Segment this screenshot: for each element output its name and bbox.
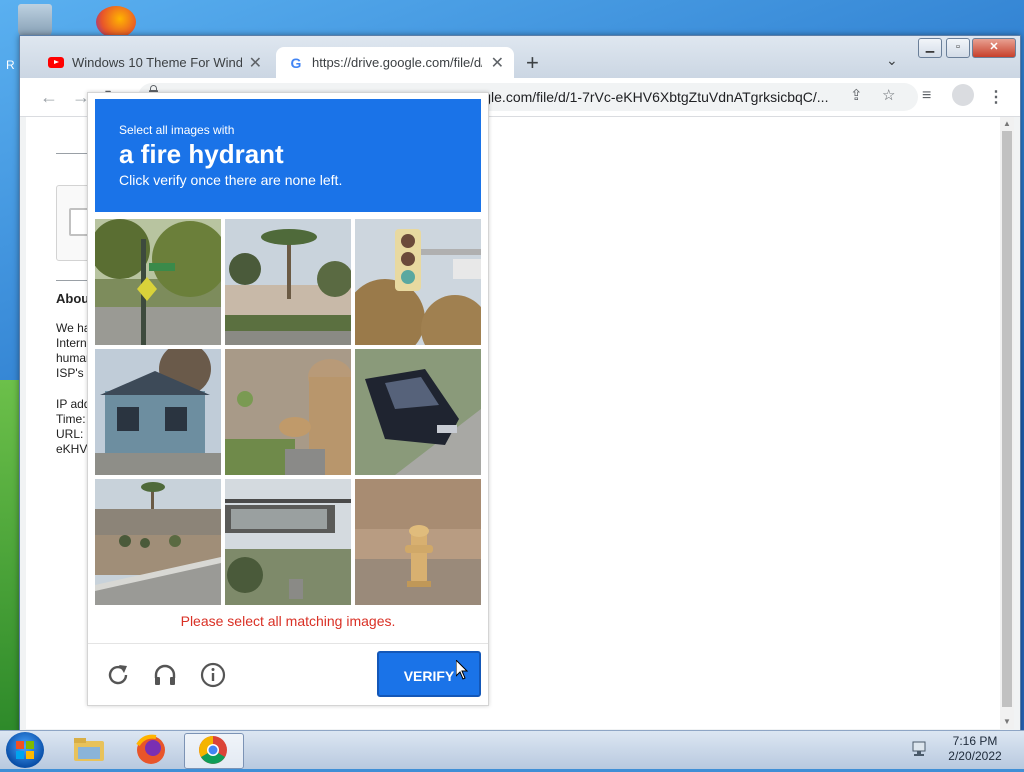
tab-search-icon[interactable]: ⌄: [886, 52, 898, 69]
challenge-target: a fire hydrant: [119, 139, 284, 169]
image-grid: [95, 219, 481, 605]
clock-date: 2/20/2022: [948, 749, 1002, 763]
close-icon[interactable]: ✕: [249, 53, 262, 73]
captcha-tile-8[interactable]: [225, 479, 351, 605]
scroll-thumb[interactable]: [1002, 131, 1012, 707]
palm-tree-image: [225, 219, 351, 345]
taskbar-firefox[interactable]: [122, 733, 180, 767]
clock-time: 7:16 PM: [952, 734, 998, 748]
recaptcha-challenge: Select all images with a fire hydrant Cl…: [87, 92, 489, 706]
recycle-bin-icon[interactable]: [18, 4, 52, 38]
tab-strip: Windows 10 Theme For Windows 7 ✕ G https…: [20, 36, 1020, 78]
tab-title: Windows 10 Theme For Windows 7: [72, 55, 242, 70]
black-car-image: [355, 349, 481, 475]
profile-avatar[interactable]: [952, 84, 974, 106]
close-window-button[interactable]: ✕: [972, 38, 1016, 58]
new-tab-button[interactable]: +: [526, 50, 539, 76]
menu-kebab-icon[interactable]: ⋮: [988, 87, 1004, 107]
bookmark-star-icon[interactable]: ☆: [882, 86, 895, 104]
reload-icon[interactable]: [105, 662, 131, 688]
firefox-icon: [136, 734, 165, 764]
fire-hydrant-image: [355, 479, 481, 605]
tab-drive[interactable]: G https://drive.google.com/file/d/1-7rVc…: [276, 47, 514, 78]
tab-youtube[interactable]: Windows 10 Theme For Windows 7 ✕: [36, 47, 272, 78]
captcha-tile-7[interactable]: [95, 479, 221, 605]
houses-street-image: [95, 479, 221, 605]
info-icon[interactable]: [200, 662, 226, 688]
firefox-desktop-icon[interactable]: [96, 6, 136, 38]
start-button[interactable]: [6, 732, 44, 768]
captcha-tile-2[interactable]: [225, 219, 351, 345]
taskbar: 7:16 PM 2/20/2022: [0, 730, 1024, 769]
youtube-icon: [48, 57, 64, 68]
blue-house-image: [95, 349, 221, 475]
back-icon[interactable]: ←: [40, 87, 58, 108]
tab-title: https://drive.google.com/file/d/1-7rVc: [312, 55, 482, 70]
captcha-tile-4[interactable]: [95, 349, 221, 475]
google-icon: G: [290, 54, 302, 71]
close-icon[interactable]: ✕: [491, 53, 504, 73]
taskbar-explorer[interactable]: [60, 733, 118, 767]
media-control-icon[interactable]: ≡: [922, 87, 931, 105]
chrome-icon: [199, 736, 227, 764]
minimize-button[interactable]: ▁: [918, 38, 942, 58]
share-icon[interactable]: ⇪: [850, 86, 863, 104]
scrollbar[interactable]: ▲ ▼: [1000, 117, 1014, 729]
taskbar-chrome[interactable]: [184, 733, 244, 769]
scroll-up-icon[interactable]: ▲: [1003, 119, 1011, 128]
challenge-header: Select all images with a fire hydrant Cl…: [95, 99, 481, 212]
captcha-tile-6[interactable]: [355, 349, 481, 475]
fire-hydrant-image: [225, 349, 351, 475]
captcha-tile-5[interactable]: [225, 349, 351, 475]
challenge-instruction: Click verify once there are none left.: [119, 172, 343, 188]
mouse-cursor-icon: [456, 660, 468, 680]
system-clock[interactable]: 7:16 PM 2/20/2022: [940, 734, 1010, 764]
maximize-button[interactable]: ▫: [946, 38, 970, 58]
challenge-footer: VERIFY: [88, 643, 488, 706]
challenge-prompt: Select all images with: [119, 123, 235, 137]
windows-logo-icon: [16, 741, 34, 759]
traffic-light-image: [355, 219, 481, 345]
scroll-down-icon[interactable]: ▼: [1003, 717, 1011, 726]
desktop-icon-label: R: [6, 58, 15, 72]
overpass-sign-image: [225, 479, 351, 605]
headphones-icon[interactable]: [152, 662, 178, 688]
error-message: Please select all matching images.: [180, 613, 396, 629]
captcha-tile-1[interactable]: [95, 219, 221, 345]
captcha-tile-9[interactable]: [355, 479, 481, 605]
network-icon[interactable]: [912, 741, 930, 757]
street-sign-image: [95, 219, 221, 345]
folder-icon: [74, 738, 104, 761]
captcha-tile-3[interactable]: [355, 219, 481, 345]
